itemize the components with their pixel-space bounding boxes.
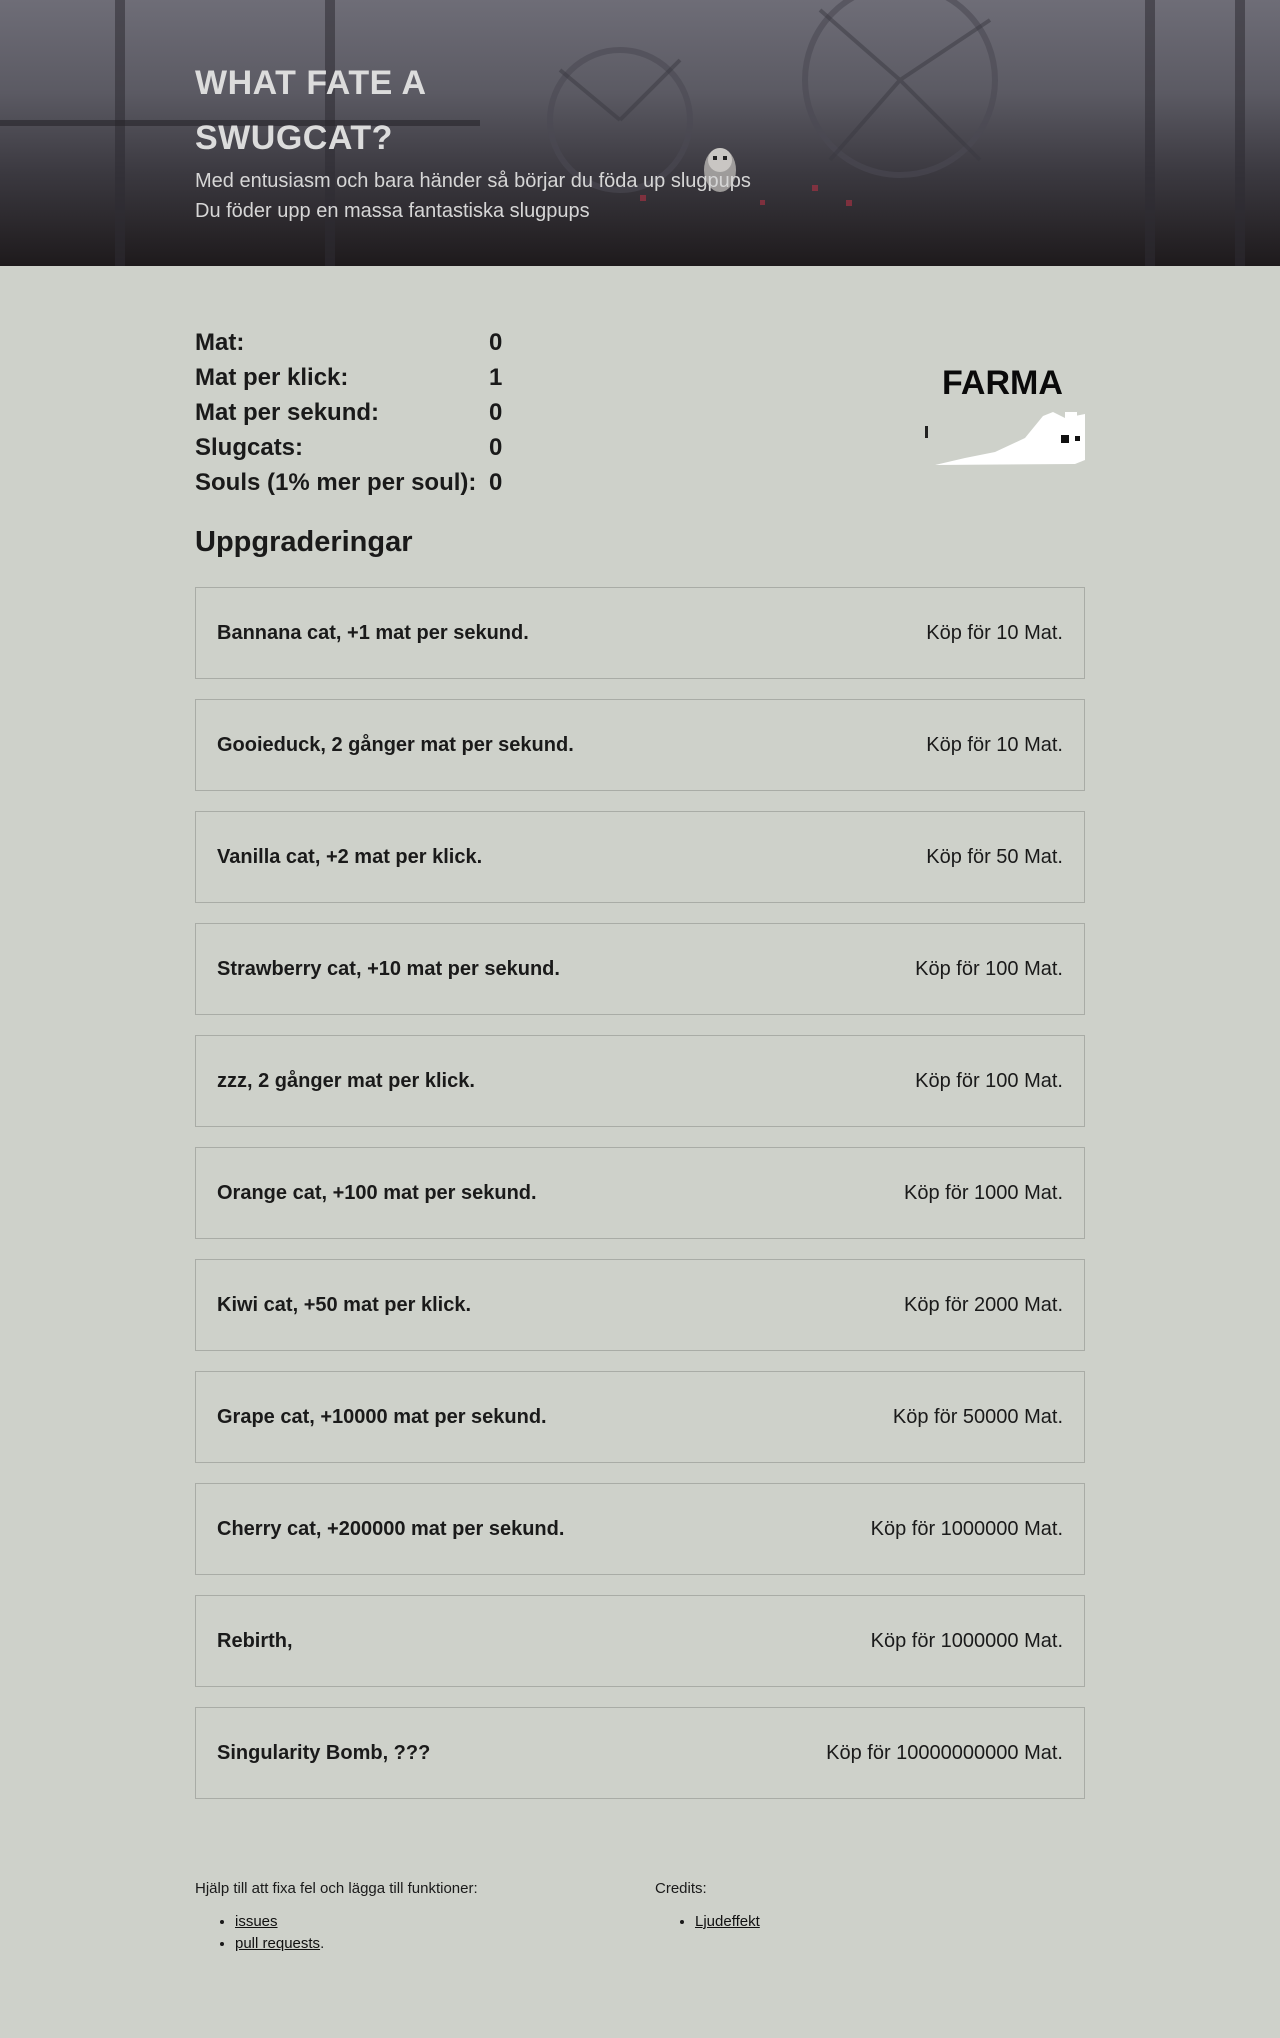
upgrade-cost: Köp för 50 Mat. bbox=[926, 845, 1063, 868]
upgrades-list: Bannana cat, +1 mat per sekund. Köp för … bbox=[195, 587, 1085, 1819]
upgrade-name: Singularity Bomb, ??? bbox=[217, 1741, 431, 1764]
upgrade-cost: Köp för 10 Mat. bbox=[926, 733, 1063, 756]
stat-value: 0 bbox=[489, 433, 503, 461]
upgrade-name: Rebirth, bbox=[217, 1629, 293, 1652]
upgrade-name: Bannana cat, +1 mat per sekund. bbox=[217, 621, 529, 644]
pull-requests-link[interactable]: pull requests bbox=[235, 1935, 320, 1952]
stat-value: 0 bbox=[489, 328, 503, 356]
upgrade-name: Gooieduck, 2 gånger mat per sekund. bbox=[217, 733, 574, 756]
footer-help-suffix: . bbox=[320, 1935, 325, 1952]
upgrade-cost: Köp för 1000000 Mat. bbox=[870, 1517, 1063, 1540]
upgrade-name: Kiwi cat, +50 mat per klick. bbox=[217, 1293, 472, 1316]
upgrade-name: zzz, 2 gånger mat per klick. bbox=[217, 1069, 475, 1092]
upgrade-singularity-bomb[interactable]: Singularity Bomb, ??? Köp för 1000000000… bbox=[195, 1707, 1085, 1799]
stat-row-mat-per-sekund: Mat per sekund: 0 bbox=[195, 395, 502, 430]
upgrade-bannana-cat[interactable]: Bannana cat, +1 mat per sekund. Köp för … bbox=[195, 587, 1085, 679]
list-item: pull requests. bbox=[235, 1933, 478, 1955]
stats-panel: Mat: 0 Mat per klick: 1 Mat per sekund: … bbox=[195, 325, 502, 500]
stat-value: 0 bbox=[489, 398, 503, 426]
list-item: issues bbox=[235, 1911, 478, 1933]
upgrade-cost: Köp för 10000000000 Mat. bbox=[826, 1741, 1063, 1764]
stat-row-slugcats: Slugcats: 0 bbox=[195, 430, 502, 465]
upgrade-cost: Köp för 50000 Mat. bbox=[892, 1405, 1063, 1428]
upgrade-orange-cat[interactable]: Orange cat, +100 mat per sekund. Köp för… bbox=[195, 1147, 1085, 1239]
footer-credits-links: Ljudeffekt bbox=[655, 1911, 760, 1933]
hero-subtitle-1: Med entusiasm och bara händer så börjar … bbox=[195, 170, 751, 192]
farma-button[interactable]: FARMA bbox=[925, 360, 1085, 470]
upgrade-vanilla-cat[interactable]: Vanilla cat, +2 mat per klick. Köp för 5… bbox=[195, 811, 1085, 903]
footer-help: Hjälp till att fixa fel och lägga till f… bbox=[195, 1880, 478, 1955]
upgrade-gooieduck[interactable]: Gooieduck, 2 gånger mat per sekund. Köp … bbox=[195, 699, 1085, 791]
upgrade-zzz[interactable]: zzz, 2 gånger mat per klick. Köp för 100… bbox=[195, 1035, 1085, 1127]
upgrade-cost: Köp för 100 Mat. bbox=[915, 957, 1063, 980]
stat-label: Souls (1% mer per soul): bbox=[195, 468, 477, 496]
stat-row-mat: Mat: 0 bbox=[195, 325, 502, 360]
stat-label: Mat per sekund: bbox=[195, 398, 380, 426]
upgrade-cost: Köp för 2000 Mat. bbox=[904, 1293, 1063, 1316]
footer-credits-text: Credits: bbox=[655, 1880, 707, 1897]
stat-row-mat-per-klick: Mat per klick: 1 bbox=[195, 360, 502, 395]
stat-label: Mat: bbox=[195, 328, 245, 356]
list-item: Ljudeffekt bbox=[695, 1911, 760, 1933]
upgrade-strawberry-cat[interactable]: Strawberry cat, +10 mat per sekund. Köp … bbox=[195, 923, 1085, 1015]
upgrade-name: Vanilla cat, +2 mat per klick. bbox=[217, 845, 483, 868]
farma-label: FARMA bbox=[942, 364, 1063, 402]
footer-credits: Credits: Ljudeffekt bbox=[655, 1880, 760, 1933]
upgrade-name: Grape cat, +10000 mat per sekund. bbox=[217, 1405, 547, 1428]
stat-row-souls: Souls (1% mer per soul): 0 bbox=[195, 465, 502, 500]
upgrade-name: Strawberry cat, +10 mat per sekund. bbox=[217, 957, 560, 980]
upgrade-kiwi-cat[interactable]: Kiwi cat, +50 mat per klick. Köp för 200… bbox=[195, 1259, 1085, 1351]
upgrade-name: Orange cat, +100 mat per sekund. bbox=[217, 1181, 537, 1204]
footer-help-text: Hjälp till att fixa fel och lägga till f… bbox=[195, 1880, 478, 1897]
stat-value: 0 bbox=[489, 468, 503, 496]
stat-label: Slugcats: bbox=[195, 433, 304, 461]
hero-banner: WHAT FATE A SWUGCAT? Med entusiasm och b… bbox=[0, 0, 1280, 266]
upgrade-cherry-cat[interactable]: Cherry cat, +200000 mat per sekund. Köp … bbox=[195, 1483, 1085, 1575]
upgrade-rebirth[interactable]: Rebirth, Köp för 1000000 Mat. bbox=[195, 1595, 1085, 1687]
upgrade-grape-cat[interactable]: Grape cat, +10000 mat per sekund. Köp fö… bbox=[195, 1371, 1085, 1463]
upgrade-name: Cherry cat, +200000 mat per sekund. bbox=[217, 1517, 565, 1540]
ljudeffekt-link[interactable]: Ljudeffekt bbox=[695, 1913, 760, 1930]
stat-value: 1 bbox=[489, 363, 503, 391]
issues-link[interactable]: issues bbox=[235, 1913, 278, 1930]
stat-label: Mat per klick: bbox=[195, 363, 349, 391]
upgrades-heading: Uppgraderingar bbox=[195, 526, 413, 558]
upgrade-cost: Köp för 100 Mat. bbox=[915, 1069, 1063, 1092]
footer-help-links: issues pull requests. bbox=[195, 1911, 478, 1955]
upgrade-cost: Köp för 1000 Mat. bbox=[904, 1181, 1063, 1204]
hero-subtitle-2: Du föder upp en massa fantastiska slugpu… bbox=[195, 200, 590, 222]
page-title: WHAT FATE A SWUGCAT? bbox=[195, 64, 426, 157]
upgrade-cost: Köp för 1000000 Mat. bbox=[870, 1629, 1063, 1652]
upgrade-cost: Köp för 10 Mat. bbox=[926, 621, 1063, 644]
